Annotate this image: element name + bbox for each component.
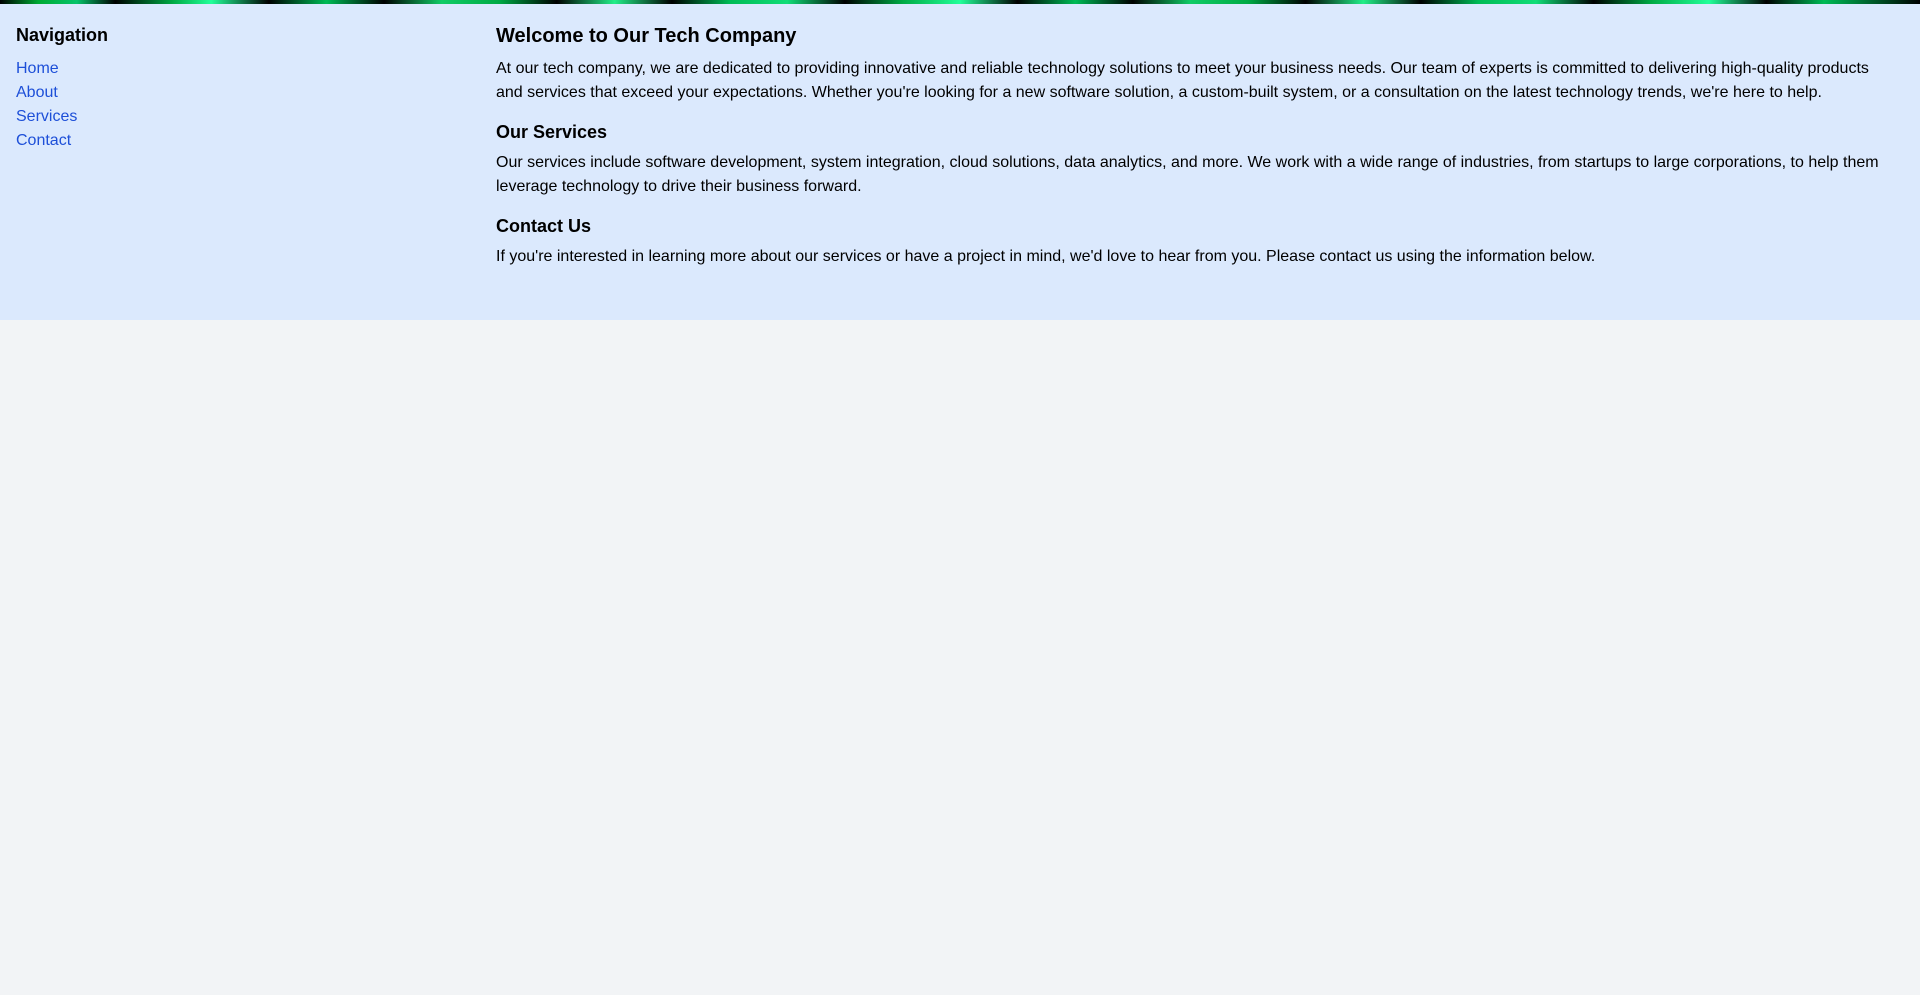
nav-link-contact[interactable]: Contact xyxy=(16,132,71,149)
contact-section: Contact Us If you're interested in learn… xyxy=(496,214,1900,269)
intro-paragraph: At our tech company, we are dedicated to… xyxy=(496,60,1869,101)
nav-item-contact: Contact xyxy=(16,129,476,153)
services-heading: Our Services xyxy=(496,122,608,142)
sidebar-navigation: Navigation Home About Services Contact xyxy=(16,22,476,153)
nav-link-home[interactable]: Home xyxy=(16,60,59,77)
services-section: Our Services Our services include softwa… xyxy=(496,120,1900,199)
services-paragraph: Our services include software developmen… xyxy=(496,154,1879,195)
contact-paragraph: If you're interested in learning more ab… xyxy=(496,248,1596,265)
nav-item-about: About xyxy=(16,81,476,105)
nav-link-services[interactable]: Services xyxy=(16,108,77,125)
nav-item-services: Services xyxy=(16,105,476,129)
page-title: Welcome to Our Tech Company xyxy=(496,25,797,47)
sidebar-heading: Navigation xyxy=(16,25,109,45)
content-panel: Navigation Home About Services Contact W… xyxy=(0,4,1920,320)
nav-item-home: Home xyxy=(16,57,476,81)
main-content: Welcome to Our Tech Company At our tech … xyxy=(496,22,1900,284)
contact-heading: Contact Us xyxy=(496,216,592,236)
nav-link-about[interactable]: About xyxy=(16,84,58,101)
nav-list: Home About Services Contact xyxy=(16,57,476,153)
